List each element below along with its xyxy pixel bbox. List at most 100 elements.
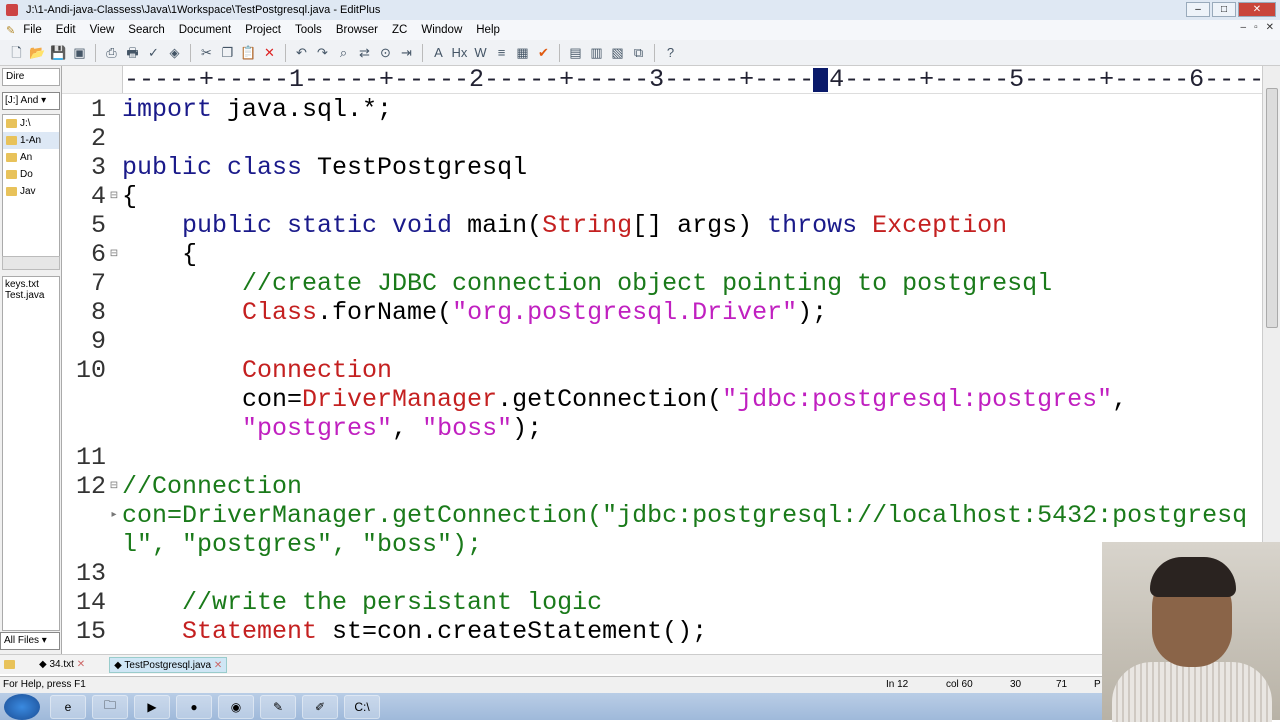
print-preview-icon[interactable]: ⎙	[103, 44, 120, 61]
copy-icon[interactable]: ❐	[219, 44, 236, 61]
taskbar-notepad-icon[interactable]: ✎	[260, 694, 296, 719]
code-line: 12 ⊟//Connection	[62, 472, 1262, 501]
fullscreen-icon[interactable]: ⧉	[630, 44, 647, 61]
status-value-2: 71	[1056, 679, 1068, 690]
fold-toggle-icon[interactable]: ⊟	[106, 182, 122, 211]
help-icon[interactable]: ?	[662, 44, 679, 61]
hex-icon[interactable]: Hx	[451, 44, 468, 61]
close-button[interactable]: ✕	[1238, 2, 1276, 17]
tree-scrollbar[interactable]	[2, 256, 60, 270]
directory-icon[interactable]: ▥	[588, 44, 605, 61]
code-line: 2	[62, 124, 1262, 153]
file-filter-select[interactable]: All Files ▾	[0, 632, 60, 650]
print-icon[interactable]: 🖶	[124, 44, 141, 61]
word-wrap-icon[interactable]: W	[472, 44, 489, 61]
fold-marker[interactable]	[106, 298, 122, 327]
file-list-item[interactable]: Test.java	[5, 290, 57, 301]
fold-marker[interactable]	[106, 153, 122, 182]
fold-marker[interactable]	[106, 588, 122, 617]
fold-marker[interactable]	[106, 356, 122, 385]
undo-icon[interactable]: ↶	[293, 44, 310, 61]
browser-preview-icon[interactable]: ◈	[166, 44, 183, 61]
fold-toggle-icon[interactable]: ⊟	[106, 472, 122, 501]
menu-search[interactable]: Search	[128, 24, 164, 36]
start-button[interactable]	[4, 693, 40, 720]
fold-marker[interactable]	[106, 124, 122, 153]
fold-marker[interactable]	[106, 617, 122, 646]
menu-window[interactable]: Window	[421, 24, 462, 36]
open-icon[interactable]: 📂	[29, 44, 46, 61]
delete-icon[interactable]: ✕	[261, 44, 278, 61]
find-in-files-icon[interactable]: ⊙	[377, 44, 394, 61]
tab-close-icon[interactable]: ✕	[211, 660, 222, 671]
goto-line-icon[interactable]: ⇥	[398, 44, 415, 61]
column-select-icon[interactable]: ▦	[514, 44, 531, 61]
menu-tools[interactable]: Tools	[295, 24, 322, 36]
save-icon[interactable]: 💾	[50, 44, 67, 61]
menu-project[interactable]: Project	[245, 24, 281, 36]
tree-node[interactable]: J:\	[3, 115, 59, 132]
menu-view[interactable]: View	[90, 24, 115, 36]
maximize-button[interactable]: □	[1212, 2, 1236, 17]
taskbar-explorer-icon[interactable]: 🗀	[92, 694, 128, 719]
taskbar-cmd-icon[interactable]: C:\	[344, 694, 380, 719]
fold-marker[interactable]	[106, 530, 122, 559]
file-list-item[interactable]: keys.txt	[5, 279, 57, 290]
code-text: {	[122, 182, 137, 211]
replace-icon[interactable]: ⇄	[356, 44, 373, 61]
paste-icon[interactable]: 📋	[240, 44, 257, 61]
doc-minimize-button[interactable]: –	[1241, 22, 1247, 33]
save-all-icon[interactable]: ▣	[71, 44, 88, 61]
spell-check-icon[interactable]: ✓	[145, 44, 162, 61]
menu-document[interactable]: Document	[179, 24, 231, 36]
document-tab[interactable]: ◆ TestPostgresql.java ✕	[109, 656, 228, 673]
code-editor[interactable]: 1 import java.sql.*; 2 3 public class TestPo…	[62, 95, 1262, 653]
taskbar-chrome-icon[interactable]: ◉	[218, 694, 254, 719]
scroll-thumb[interactable]	[1266, 88, 1278, 328]
output-icon[interactable]: ▧	[609, 44, 626, 61]
fold-marker[interactable]: ▸	[106, 501, 122, 530]
redo-icon[interactable]: ↷	[314, 44, 331, 61]
taskbar-firefox-icon[interactable]: ●	[176, 694, 212, 719]
document-tab[interactable]: ◆ 34.txt ✕	[35, 657, 89, 673]
line-numbers-icon[interactable]: ≡	[493, 44, 510, 61]
fold-marker[interactable]	[106, 559, 122, 588]
doc-restore-button[interactable]: ▫	[1254, 22, 1258, 33]
find-icon[interactable]: ⌕	[335, 44, 352, 61]
fold-marker[interactable]	[106, 414, 122, 443]
menu-help[interactable]: Help	[476, 24, 500, 36]
tree-node[interactable]: 1-An	[3, 132, 59, 149]
cliptext-icon[interactable]: ▤	[567, 44, 584, 61]
fold-marker[interactable]	[106, 269, 122, 298]
line-number: 1	[90, 95, 106, 124]
tab-close-icon[interactable]: ✕	[74, 659, 85, 670]
menu-file[interactable]: File	[23, 24, 42, 36]
menu-browser[interactable]: Browser	[336, 24, 378, 36]
tree-node[interactable]: Jav	[3, 183, 59, 200]
tree-node-label: An	[20, 152, 33, 163]
directory-tab[interactable]: Dire	[2, 68, 60, 86]
font-icon[interactable]: A	[430, 44, 447, 61]
code-text: con=DriverManager.getConnection("jdbc:po…	[122, 501, 1247, 530]
fold-toggle-icon[interactable]: ⊟	[106, 240, 122, 269]
drive-select[interactable]: [J:] And ▾	[2, 92, 60, 110]
menu-zc[interactable]: ZC	[392, 24, 407, 36]
taskbar-media-player-icon[interactable]: ▶	[134, 694, 170, 719]
check-icon[interactable]: ✔	[535, 44, 552, 61]
doc-close-button[interactable]: ✕	[1266, 22, 1274, 33]
code-token-plain: ,	[392, 414, 423, 443]
fold-marker[interactable]	[106, 211, 122, 240]
tree-node[interactable]: Do	[3, 166, 59, 183]
fold-marker[interactable]	[106, 95, 122, 124]
menu-edit[interactable]: Edit	[56, 24, 76, 36]
taskbar-ie-icon[interactable]: e	[50, 694, 86, 719]
fold-marker[interactable]	[106, 385, 122, 414]
fold-marker[interactable]	[106, 327, 122, 356]
minimize-button[interactable]: –	[1186, 2, 1210, 17]
new-file-icon[interactable]: 🗋	[8, 44, 25, 61]
taskbar-editplus-icon[interactable]: ✐	[302, 694, 338, 719]
cut-icon[interactable]: ✂	[198, 44, 215, 61]
tree-node[interactable]: An	[3, 149, 59, 166]
fold-marker[interactable]	[106, 443, 122, 472]
